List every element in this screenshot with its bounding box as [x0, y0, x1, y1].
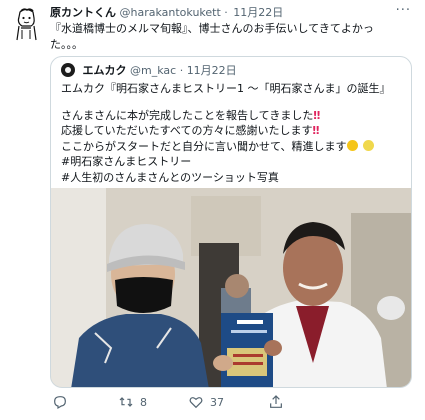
tweet-header: 原カントくん @harakantokukett · 11月22日 [50, 5, 413, 21]
quoted-tweet-text: エムカク『明石家さんまヒストリー1 〜「明石家さんま」の誕生』 さんまさんに本が… [61, 81, 401, 185]
grinning-face-emoji-icon [347, 139, 359, 151]
caricature-avatar-image [12, 6, 40, 42]
reply-icon [54, 396, 66, 410]
tweet-text-line: 『水道橋博士のメルマ旬報』、博士さんのお手伝いしてきてよかっ [50, 22, 374, 35]
tweet-actions: 8 37 [50, 392, 412, 414]
retweet-button[interactable]: 8 [118, 394, 147, 410]
separator-dot: · [179, 64, 184, 77]
quoted-text-line: ここからがスタートだと自分に言い聞かせて、精進します [61, 139, 401, 155]
tweet-timestamp[interactable]: 11月22日 [233, 6, 283, 19]
quoted-text-line: 応援していただいたすべての方々に感謝いたします‼ [61, 123, 401, 139]
quoted-tweet[interactable]: エムカク @m_kac · 11月22日 エムカク『明石家さんまヒストリー1 〜… [50, 56, 412, 388]
quoted-tweet-photo[interactable] [51, 188, 411, 387]
sparkle-emoji-icon [362, 139, 374, 151]
tweet[interactable]: 原カントくん @harakantokukett · 11月22日 ··· 『水道… [0, 0, 425, 420]
more-dots-icon[interactable]: ··· [396, 3, 411, 18]
quoted-tweet-timestamp: 11月22日 [186, 64, 237, 77]
retweet-count: 8 [140, 395, 147, 409]
separator-dot: · [224, 6, 228, 19]
hashtag-link[interactable]: #明石家さんまヒストリー [61, 154, 401, 170]
retweet-icon [119, 397, 133, 407]
author-avatar[interactable] [12, 6, 40, 42]
quoted-text-line: さんまさんに本が完成したことを報告してきました‼ [61, 108, 401, 124]
double-exclamation-icon: ‼ [312, 124, 320, 137]
photo-two-men-with-book [51, 188, 411, 387]
quoted-author-avatar[interactable] [61, 63, 75, 77]
quoted-text-content: さんまさんに本が完成したことを報告してきました [61, 108, 314, 122]
like-count: 37 [210, 395, 224, 409]
author-handle[interactable]: @harakantokukett [120, 6, 221, 19]
quoted-text-content: ここからがスタートだと自分に言い聞かせて、精進します [61, 139, 347, 153]
tweet-text-line: た。。。 [50, 38, 83, 51]
quoted-text-content: 応援していただいたすべての方々に感謝いたします [61, 124, 313, 137]
quoted-author-name: エムカク [82, 64, 127, 77]
quoted-tweet-header: エムカク @m_kac · 11月22日 [61, 63, 237, 79]
double-exclamation-icon: ‼ [313, 108, 321, 122]
like-button[interactable]: 37 [188, 394, 224, 410]
share-button[interactable] [268, 394, 284, 410]
share-icon [270, 395, 282, 408]
author-name[interactable]: 原カントくん [50, 6, 116, 19]
quoted-author-handle: @m_kac [130, 64, 177, 77]
heart-icon [189, 397, 203, 409]
reply-button[interactable] [52, 394, 68, 410]
hashtag-link[interactable]: #人生初のさんまさんとのツーショット写真 [61, 170, 401, 186]
quoted-text-title: エムカク『明石家さんまヒストリー1 〜「明石家さんま」の誕生』 [61, 82, 391, 95]
tweet-text: 『水道橋博士のメルマ旬報』、博士さんのお手伝いしてきてよかっ た。。。 [50, 21, 400, 53]
